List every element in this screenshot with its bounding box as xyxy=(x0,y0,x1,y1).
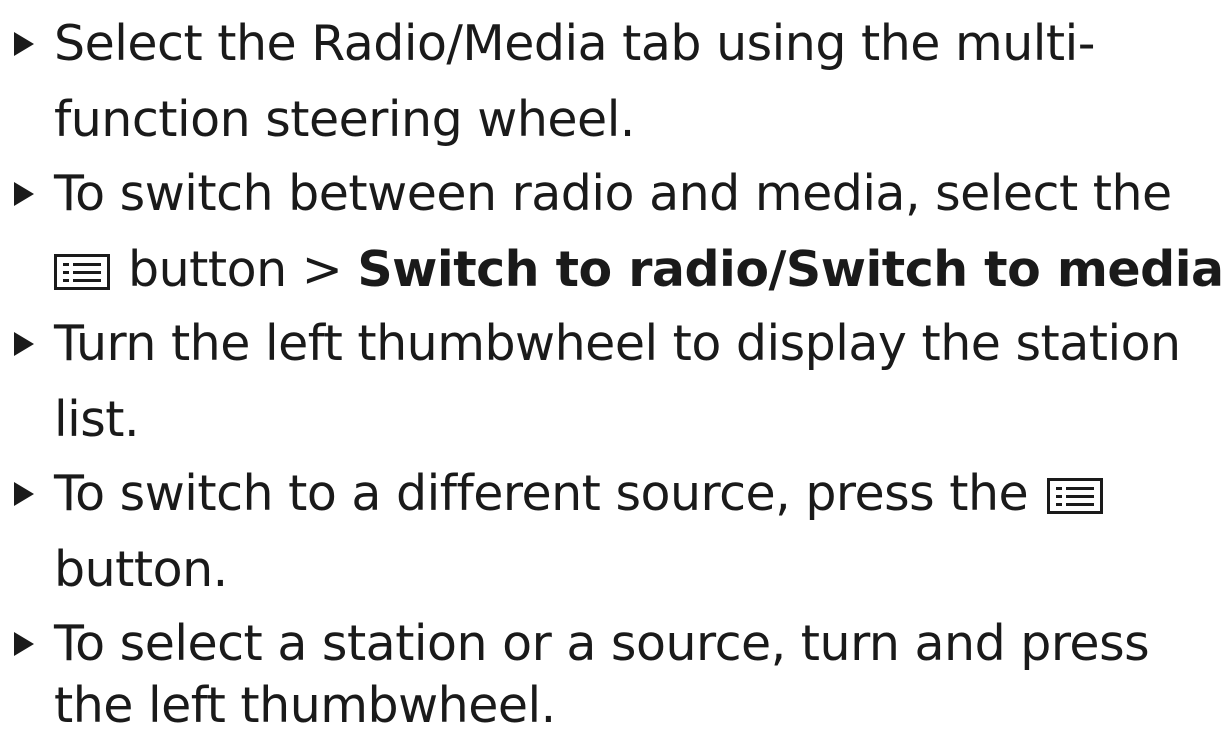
step-3-line-1: Turn the left thumbwheel to display the … xyxy=(54,315,1181,372)
bullet-arrow-icon xyxy=(14,182,34,206)
step-4-line-2: button. xyxy=(54,541,228,598)
step-4-line-1: To switch to a different source, press t… xyxy=(54,464,1104,524)
step-2-line-1: To switch between radio and media, selec… xyxy=(54,165,1172,222)
step-1-line-2: function steering wheel. xyxy=(54,91,635,148)
step-3-line-2: list. xyxy=(54,391,140,448)
bullet-arrow-icon xyxy=(14,482,34,506)
step-2-line-2: button > Switch to radio/Switch to media… xyxy=(54,240,1222,300)
list-menu-icon xyxy=(54,254,110,290)
bullet-arrow-icon xyxy=(14,332,34,356)
list-menu-icon xyxy=(1047,478,1104,514)
step-4-text: To switch to a different source, press t… xyxy=(54,465,1029,522)
step-1-line-1: Select the Radio/Media tab using the mul… xyxy=(54,15,1095,72)
bullet-arrow-icon xyxy=(14,632,34,656)
bullet-arrow-icon xyxy=(14,32,34,56)
instruction-list: Select the Radio/Media tab using the mul… xyxy=(0,0,1222,740)
step-2-bold-command: Switch to radio/Switch to media xyxy=(357,241,1222,298)
step-5-line-2: the left thumbwheel. xyxy=(54,677,556,734)
step-2-button-text: button > xyxy=(128,241,343,298)
step-5-line-1: To select a station or a source, turn an… xyxy=(54,615,1150,672)
